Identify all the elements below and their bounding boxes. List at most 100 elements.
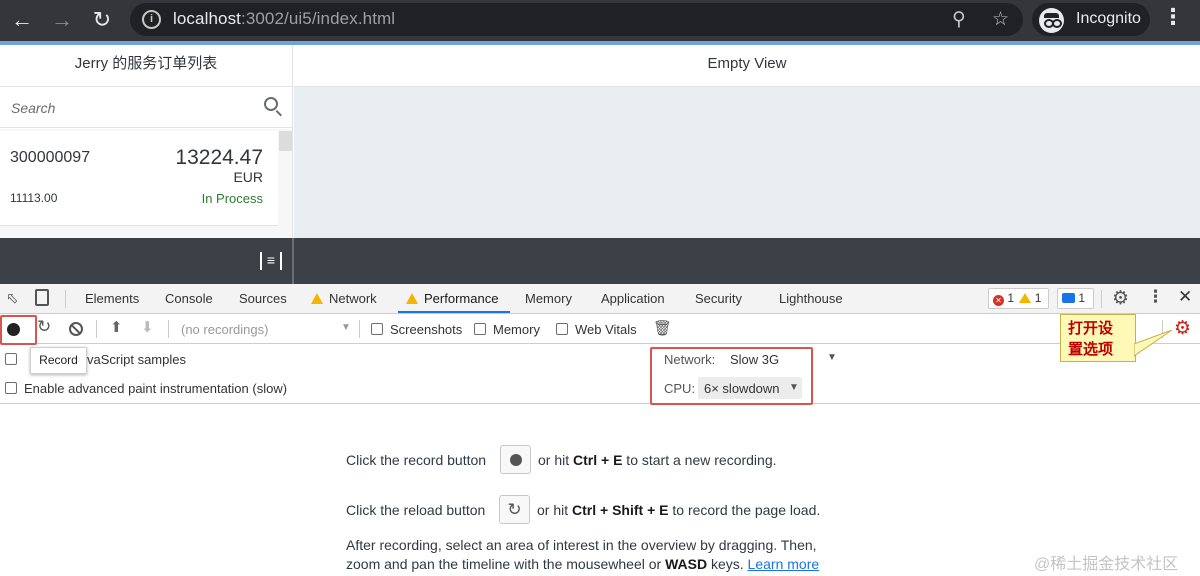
memory-checkbox[interactable] <box>474 323 486 335</box>
tab-network-label: Network <box>329 291 377 306</box>
reload-hint-button[interactable]: ↻ <box>499 495 530 524</box>
hint-text: keys. <box>707 556 748 572</box>
screenshots-checkbox[interactable] <box>371 323 383 335</box>
scrollbar[interactable] <box>279 131 292 151</box>
devtools-tabbar: ⬁ Elements Console Sources Network Perfo… <box>0 284 1200 314</box>
tab-performance[interactable]: Performance <box>406 291 498 306</box>
master-pane: Jerry 的服务订单列表 Search 300000097 13224.47 … <box>0 45 293 238</box>
watermark: @稀土掘金技术社区 <box>1034 556 1179 573</box>
incognito-badge[interactable]: Incognito <box>1032 3 1150 36</box>
address-bar[interactable]: i localhost:3002/ui5/index.html ⚲ ☆ <box>130 3 1023 36</box>
callout-line-1: 打开设 <box>1068 320 1114 337</box>
save-profile-icon[interactable]: ⬇ <box>141 318 154 336</box>
tab-divider <box>65 290 66 308</box>
browser-toolbar: ← → ↻ i localhost:3002/ui5/index.html ⚲ … <box>0 0 1200 41</box>
toolbar-divider <box>168 320 169 338</box>
warnings-count: 1 <box>1034 291 1042 305</box>
detail-title: Empty View <box>294 45 1200 87</box>
browser-menu-icon[interactable]: ⋮ <box>1162 4 1184 30</box>
performance-landing: Click the record button or hit Ctrl + E … <box>0 405 1200 576</box>
message-icon <box>1062 293 1075 303</box>
record-hint-button[interactable] <box>500 445 531 474</box>
garbage-collect-icon[interactable]: 🗑 <box>653 319 672 337</box>
status-badge: In Process <box>201 191 263 206</box>
js-samples-label: vaScript samples <box>87 352 186 367</box>
zoom-icon[interactable]: ⚲ <box>952 8 966 31</box>
tab-elements[interactable]: Elements <box>85 291 139 306</box>
record-tooltip: Record <box>30 347 87 374</box>
search-field[interactable]: Search <box>0 88 292 128</box>
shortcut-key: Ctrl + E <box>573 452 623 468</box>
web-vitals-checkbox[interactable] <box>556 323 568 335</box>
devtools-settings-gear-icon[interactable]: ⚙ <box>1112 287 1129 310</box>
js-samples-checkbox[interactable] <box>5 353 17 365</box>
list-menu-icon[interactable]: ≡ <box>260 252 282 270</box>
tab-console[interactable]: Console <box>165 291 213 306</box>
incognito-label: Incognito <box>1076 10 1141 27</box>
load-profile-icon[interactable]: ⬆ <box>110 318 123 336</box>
hint-text: to start a new recording. <box>622 452 777 468</box>
memory-label: Memory <box>493 322 540 337</box>
master-title: Jerry 的服务订单列表 <box>0 45 292 87</box>
throttle-highlight-box <box>650 347 813 405</box>
url-text[interactable]: localhost:3002/ui5/index.html <box>173 9 395 29</box>
order-id: 300000097 <box>10 149 91 166</box>
tab-security[interactable]: Security <box>695 291 742 306</box>
paint-instrumentation-label: Enable advanced paint instrumentation (s… <box>24 381 288 396</box>
record-highlight-box <box>0 315 37 345</box>
chevron-down-icon[interactable]: ▼ <box>341 322 351 333</box>
devtools-more-icon[interactable]: ⋮ <box>1147 287 1164 307</box>
messages-count: 1 <box>1078 291 1086 305</box>
device-toolbar-icon[interactable] <box>35 289 49 306</box>
performance-toolbar: ↻ ⬆ ⬇ (no recordings) ▼ Screenshots Memo… <box>0 315 1200 344</box>
learn-more-link[interactable]: Learn more <box>748 556 820 572</box>
toolbar-divider <box>359 320 360 338</box>
order-list: 300000097 13224.47 EUR 11113.00 In Proce… <box>0 129 292 238</box>
capture-settings-gear-icon[interactable]: ⚙ <box>1174 317 1191 340</box>
warning-icon <box>406 293 418 304</box>
reload-hint-shortcut: or hit Ctrl + Shift + E to record the pa… <box>537 502 820 518</box>
url-path: :3002/ui5/index.html <box>241 9 396 28</box>
list-item[interactable]: 300000097 13224.47 EUR 11113.00 In Proce… <box>0 131 278 226</box>
forward-arrow-icon[interactable]: → <box>48 6 76 34</box>
back-arrow-icon[interactable]: ← <box>8 6 36 34</box>
issues-counter[interactable]: ✕ 1 1 <box>988 288 1049 309</box>
incognito-icon <box>1039 8 1064 33</box>
search-icon[interactable] <box>264 97 278 111</box>
hint-text: or hit <box>537 502 573 518</box>
site-info-icon[interactable]: i <box>142 10 161 29</box>
hint-text: zoom and pan the timeline with the mouse… <box>346 556 666 572</box>
callout-line-2: 置选项 <box>1068 341 1114 358</box>
messages-counter[interactable]: 1 <box>1057 288 1094 309</box>
screenshots-label: Screenshots <box>390 322 463 337</box>
record-hint-shortcut: or hit Ctrl + E to start a new recording… <box>538 452 777 468</box>
hint-text: to record the page load. <box>668 502 821 518</box>
shortcut-key: Ctrl + Shift + E <box>572 502 669 518</box>
toolbar-divider <box>96 320 97 338</box>
bookmark-star-icon[interactable]: ☆ <box>992 8 1009 31</box>
reload-icon[interactable]: ↻ <box>88 6 116 34</box>
after-recording-line-1: After recording, select an area of inter… <box>346 537 817 553</box>
record-icon <box>510 454 522 466</box>
clear-icon[interactable] <box>69 322 83 336</box>
inspect-element-icon[interactable]: ⬁ <box>6 289 19 307</box>
reload-record-icon[interactable]: ↻ <box>37 317 51 337</box>
tab-application[interactable]: Application <box>601 291 665 306</box>
order-currency: EUR <box>233 169 263 185</box>
paint-instrumentation-checkbox[interactable] <box>5 382 17 394</box>
after-recording-line-2: zoom and pan the timeline with the mouse… <box>346 556 819 572</box>
close-devtools-icon[interactable]: ✕ <box>1178 287 1192 307</box>
tab-network[interactable]: Network <box>311 291 377 306</box>
tab-memory[interactable]: Memory <box>525 291 572 306</box>
footer-divider <box>292 238 294 284</box>
tab-sources[interactable]: Sources <box>239 291 287 306</box>
url-host: localhost <box>173 9 241 28</box>
recordings-select[interactable]: (no recordings) <box>181 322 268 337</box>
active-tab-indicator <box>398 311 510 313</box>
shortcut-key: WASD <box>665 556 708 572</box>
tab-lighthouse[interactable]: Lighthouse <box>779 291 843 306</box>
capture-settings-panel: vaScript samples Enable advanced paint i… <box>0 345 1200 404</box>
web-vitals-label: Web Vitals <box>575 322 637 337</box>
warning-icon <box>311 293 323 304</box>
chevron-down-icon[interactable]: ▼ <box>827 352 837 363</box>
